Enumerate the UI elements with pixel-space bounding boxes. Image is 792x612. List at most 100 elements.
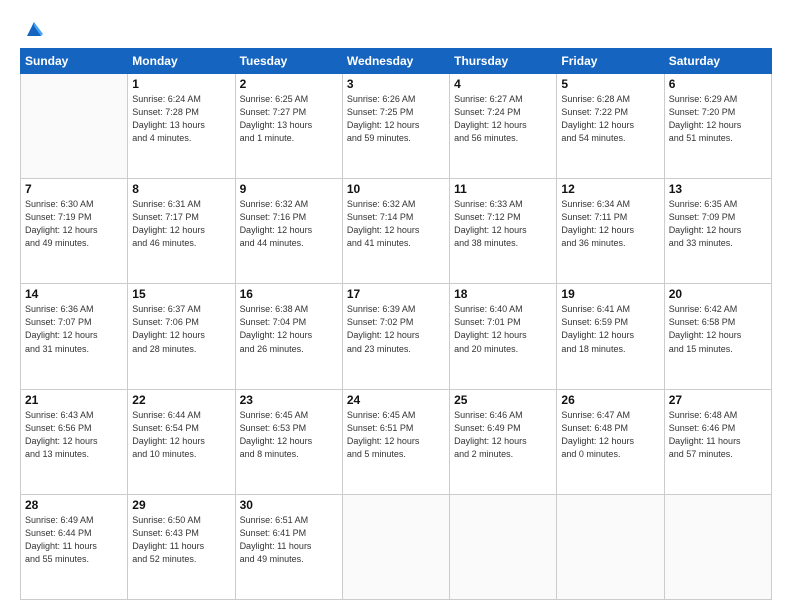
calendar-cell: 13 Sunrise: 6:35 AM Sunset: 7:09 PM Dayli… — [664, 179, 771, 284]
calendar-cell: 14 Sunrise: 6:36 AM Sunset: 7:07 PM Dayli… — [21, 284, 128, 389]
calendar-cell: 4Sunrise: 6:27 AM Sunset: 7:24 PM Daylig… — [450, 74, 557, 179]
day-number: 24 — [347, 393, 445, 407]
day-number: 2 — [240, 77, 338, 91]
day-number: 8 — [132, 182, 230, 196]
day-info: Sunrise: 6:39 AM Sunset: 7:02 PM Dayligh… — [347, 303, 445, 355]
weekday-header-row: SundayMondayTuesdayWednesdayThursdayFrid… — [21, 49, 772, 74]
calendar-cell: 19 Sunrise: 6:41 AM Sunset: 6:59 PM Dayli… — [557, 284, 664, 389]
weekday-header-tuesday: Tuesday — [235, 49, 342, 74]
day-info: Sunrise: 6:46 AM Sunset: 6:49 PM Dayligh… — [454, 409, 552, 461]
calendar-cell: 22 Sunrise: 6:44 AM Sunset: 6:54 PM Dayli… — [128, 389, 235, 494]
day-info: Sunrise: 6:49 AM Sunset: 6:44 PM Dayligh… — [25, 514, 123, 566]
calendar-cell: 15 Sunrise: 6:37 AM Sunset: 7:06 PM Dayli… — [128, 284, 235, 389]
calendar-cell: 7 Sunrise: 6:30 AM Sunset: 7:19 PM Daylig… — [21, 179, 128, 284]
day-number: 13 — [669, 182, 767, 196]
day-info: Sunrise: 6:32 AM Sunset: 7:16 PM Dayligh… — [240, 198, 338, 250]
day-number: 5 — [561, 77, 659, 91]
day-info: Sunrise: 6:50 AM Sunset: 6:43 PM Dayligh… — [132, 514, 230, 566]
calendar-cell: 17Sunrise: 6:39 AM Sunset: 7:02 PM Dayli… — [342, 284, 449, 389]
day-info: Sunrise: 6:24 AM Sunset: 7:28 PM Dayligh… — [132, 93, 230, 145]
day-number: 14 — [25, 287, 123, 301]
calendar-cell: 5 Sunrise: 6:28 AM Sunset: 7:22 PM Daylig… — [557, 74, 664, 179]
day-number: 9 — [240, 182, 338, 196]
calendar-cell: 18 Sunrise: 6:40 AM Sunset: 7:01 PM Dayli… — [450, 284, 557, 389]
calendar-cell: 11 Sunrise: 6:33 AM Sunset: 7:12 PM Dayli… — [450, 179, 557, 284]
day-info: Sunrise: 6:47 AM Sunset: 6:48 PM Dayligh… — [561, 409, 659, 461]
day-number: 26 — [561, 393, 659, 407]
calendar-table: SundayMondayTuesdayWednesdayThursdayFrid… — [20, 48, 772, 600]
day-number: 21 — [25, 393, 123, 407]
day-info: Sunrise: 6:29 AM Sunset: 7:20 PM Dayligh… — [669, 93, 767, 145]
day-number: 29 — [132, 498, 230, 512]
calendar-cell: 8 Sunrise: 6:31 AM Sunset: 7:17 PM Daylig… — [128, 179, 235, 284]
weekday-header-sunday: Sunday — [21, 49, 128, 74]
calendar-cell — [342, 494, 449, 599]
weekday-header-friday: Friday — [557, 49, 664, 74]
day-number: 16 — [240, 287, 338, 301]
calendar-cell: 25 Sunrise: 6:46 AM Sunset: 6:49 PM Dayli… — [450, 389, 557, 494]
day-number: 25 — [454, 393, 552, 407]
calendar-week-row: 1 Sunrise: 6:24 AM Sunset: 7:28 PM Daylig… — [21, 74, 772, 179]
calendar-cell: 24 Sunrise: 6:45 AM Sunset: 6:51 PM Dayli… — [342, 389, 449, 494]
calendar-cell: 12 Sunrise: 6:34 AM Sunset: 7:11 PM Dayli… — [557, 179, 664, 284]
day-info: Sunrise: 6:37 AM Sunset: 7:06 PM Dayligh… — [132, 303, 230, 355]
day-info: Sunrise: 6:41 AM Sunset: 6:59 PM Dayligh… — [561, 303, 659, 355]
day-number: 1 — [132, 77, 230, 91]
day-number: 30 — [240, 498, 338, 512]
day-info: Sunrise: 6:44 AM Sunset: 6:54 PM Dayligh… — [132, 409, 230, 461]
weekday-header-saturday: Saturday — [664, 49, 771, 74]
day-info: Sunrise: 6:28 AM Sunset: 7:22 PM Dayligh… — [561, 93, 659, 145]
day-info: Sunrise: 6:31 AM Sunset: 7:17 PM Dayligh… — [132, 198, 230, 250]
calendar-cell: 29 Sunrise: 6:50 AM Sunset: 6:43 PM Dayli… — [128, 494, 235, 599]
day-number: 11 — [454, 182, 552, 196]
day-info: Sunrise: 6:42 AM Sunset: 6:58 PM Dayligh… — [669, 303, 767, 355]
day-info: Sunrise: 6:34 AM Sunset: 7:11 PM Dayligh… — [561, 198, 659, 250]
day-number: 12 — [561, 182, 659, 196]
calendar-cell: 27 Sunrise: 6:48 AM Sunset: 6:46 PM Dayli… — [664, 389, 771, 494]
calendar-cell: 26 Sunrise: 6:47 AM Sunset: 6:48 PM Dayli… — [557, 389, 664, 494]
page-header — [20, 18, 772, 38]
calendar-cell: 23 Sunrise: 6:45 AM Sunset: 6:53 PM Dayli… — [235, 389, 342, 494]
day-number: 27 — [669, 393, 767, 407]
day-info: Sunrise: 6:33 AM Sunset: 7:12 PM Dayligh… — [454, 198, 552, 250]
day-info: Sunrise: 6:36 AM Sunset: 7:07 PM Dayligh… — [25, 303, 123, 355]
day-number: 19 — [561, 287, 659, 301]
logo-text — [20, 18, 45, 38]
calendar-week-row: 28 Sunrise: 6:49 AM Sunset: 6:44 PM Dayli… — [21, 494, 772, 599]
day-info: Sunrise: 6:35 AM Sunset: 7:09 PM Dayligh… — [669, 198, 767, 250]
day-number: 22 — [132, 393, 230, 407]
weekday-header-thursday: Thursday — [450, 49, 557, 74]
day-number: 6 — [669, 77, 767, 91]
day-info: Sunrise: 6:27 AM Sunset: 7:24 PM Dayligh… — [454, 93, 552, 145]
day-info: Sunrise: 6:45 AM Sunset: 6:53 PM Dayligh… — [240, 409, 338, 461]
calendar-cell — [557, 494, 664, 599]
logo — [20, 18, 45, 38]
day-info: Sunrise: 6:43 AM Sunset: 6:56 PM Dayligh… — [25, 409, 123, 461]
day-info: Sunrise: 6:25 AM Sunset: 7:27 PM Dayligh… — [240, 93, 338, 145]
calendar-cell: 21 Sunrise: 6:43 AM Sunset: 6:56 PM Dayli… — [21, 389, 128, 494]
weekday-header-wednesday: Wednesday — [342, 49, 449, 74]
day-info: Sunrise: 6:32 AM Sunset: 7:14 PM Dayligh… — [347, 198, 445, 250]
day-info: Sunrise: 6:30 AM Sunset: 7:19 PM Dayligh… — [25, 198, 123, 250]
day-info: Sunrise: 6:40 AM Sunset: 7:01 PM Dayligh… — [454, 303, 552, 355]
day-info: Sunrise: 6:48 AM Sunset: 6:46 PM Dayligh… — [669, 409, 767, 461]
day-number: 23 — [240, 393, 338, 407]
day-number: 3 — [347, 77, 445, 91]
calendar-week-row: 7 Sunrise: 6:30 AM Sunset: 7:19 PM Daylig… — [21, 179, 772, 284]
day-number: 18 — [454, 287, 552, 301]
calendar-cell: 28 Sunrise: 6:49 AM Sunset: 6:44 PM Dayli… — [21, 494, 128, 599]
logo-icon — [23, 18, 45, 38]
weekday-header-monday: Monday — [128, 49, 235, 74]
calendar-cell: 6 Sunrise: 6:29 AM Sunset: 7:20 PM Daylig… — [664, 74, 771, 179]
day-info: Sunrise: 6:51 AM Sunset: 6:41 PM Dayligh… — [240, 514, 338, 566]
day-number: 10 — [347, 182, 445, 196]
day-number: 7 — [25, 182, 123, 196]
calendar-cell: 2 Sunrise: 6:25 AM Sunset: 7:27 PM Daylig… — [235, 74, 342, 179]
day-info: Sunrise: 6:45 AM Sunset: 6:51 PM Dayligh… — [347, 409, 445, 461]
calendar-cell — [21, 74, 128, 179]
calendar-cell: 1 Sunrise: 6:24 AM Sunset: 7:28 PM Daylig… — [128, 74, 235, 179]
day-number: 15 — [132, 287, 230, 301]
day-info: Sunrise: 6:38 AM Sunset: 7:04 PM Dayligh… — [240, 303, 338, 355]
day-number: 28 — [25, 498, 123, 512]
calendar-cell: 20Sunrise: 6:42 AM Sunset: 6:58 PM Dayli… — [664, 284, 771, 389]
